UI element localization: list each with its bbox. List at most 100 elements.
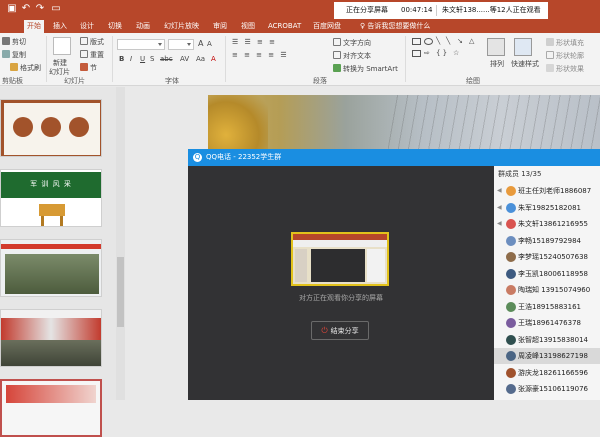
line-shape-icon-2[interactable]: ╲ <box>446 37 450 45</box>
arrow-shape-icon[interactable]: ↘ <box>457 37 463 45</box>
member-row[interactable]: 游庆龙18261166596 <box>494 365 600 381</box>
triangle-shape-icon[interactable]: △ <box>469 37 474 45</box>
member-list-panel: 群成员 13/35 ◀ 班主任刘老师1886087 ◀ 朱军19825182081 ◀ 朱… <box>494 166 600 400</box>
bullets-icon[interactable]: ☰ ☰ ≡ ≡ <box>232 38 277 46</box>
tab-design[interactable]: 设计 <box>80 20 94 33</box>
file-tab[interactable] <box>2 20 12 33</box>
member-row[interactable]: 王瑞18961476378 <box>494 315 600 331</box>
member-row[interactable]: ◀ 朱军19825182081 <box>494 200 600 216</box>
paintbrush-icon <box>10 63 18 71</box>
star-shape-icon[interactable]: ☆ <box>453 49 459 57</box>
tab-home[interactable]: 开始 <box>24 20 44 33</box>
share-viewers-text[interactable]: 朱文轩138......等12人正在观看 <box>442 2 541 19</box>
arrow-right-shape-icon[interactable]: ⇨ <box>424 49 430 57</box>
divider <box>46 36 47 82</box>
line-shape-icon[interactable]: ╲ <box>436 37 440 45</box>
tab-baidu-netdisk[interactable]: 百度网盘 <box>313 20 341 33</box>
member-row[interactable]: 张源豪15106119076 <box>494 381 600 397</box>
member-row[interactable]: 李玉凯18006118958 <box>494 266 600 282</box>
shape-outline-button[interactable]: 形状轮廓 <box>546 51 584 61</box>
tab-insert[interactable]: 插入 <box>53 20 67 33</box>
format-painter-button[interactable]: 格式刷 <box>10 63 41 73</box>
strikethrough-icon[interactable]: abc <box>160 55 173 63</box>
quick-styles-icon[interactable] <box>514 38 532 56</box>
section-button[interactable]: 节 <box>80 63 97 73</box>
ribbon-tabs: 开始 插入 设计 切换 动画 幻灯片放映 审阅 视图 ACROBAT 百度网盘 … <box>0 20 600 33</box>
reset-icon <box>80 50 88 58</box>
member-row[interactable]: 张智超13915838014 <box>494 332 600 348</box>
convert-smartart-button[interactable]: 转换为 SmartArt <box>333 64 398 74</box>
new-slide-icon[interactable] <box>53 37 71 55</box>
align-icons[interactable]: ≡ ≡ ≡ ≡ ☰ <box>232 51 289 59</box>
tell-me-search[interactable]: ♀ 告诉我您想要做什么 <box>360 20 430 33</box>
layout-button[interactable]: 版式 <box>80 37 104 47</box>
slide-thumbnail-4[interactable] <box>0 309 102 367</box>
member-row[interactable]: 周凌峰13198627198 <box>494 348 600 364</box>
member-name: 王浩18915883161 <box>518 302 581 311</box>
end-share-button[interactable]: ⏻ 结束分享 <box>311 321 369 340</box>
grow-font-icon[interactable]: A <box>198 39 203 48</box>
textbox-shape-icon[interactable] <box>412 50 421 57</box>
quick-styles-button[interactable]: 快速样式 <box>511 59 539 69</box>
smartart-label: 转换为 SmartArt <box>343 65 398 73</box>
group-photo <box>5 254 99 294</box>
avatar <box>506 235 516 246</box>
tab-review[interactable]: 审阅 <box>213 20 227 33</box>
shrink-font-icon[interactable]: A <box>207 40 212 48</box>
redo-icon[interactable]: ↷ <box>34 3 46 15</box>
underline-icon[interactable]: U <box>140 55 145 63</box>
font-size-combo[interactable] <box>168 39 194 50</box>
tab-transitions[interactable]: 切换 <box>108 20 122 33</box>
member-row[interactable]: 李梦瑶15240507638 <box>494 249 600 265</box>
shadow-icon[interactable]: S <box>150 55 154 63</box>
scrollbar-thumb[interactable] <box>117 257 124 327</box>
power-icon: ⏻ <box>321 326 328 335</box>
start-from-beginning-icon[interactable]: ▭ <box>50 3 62 15</box>
member-row[interactable]: ◀ 朱文轩13861216955 <box>494 216 600 232</box>
tab-animations[interactable]: 动画 <box>136 20 150 33</box>
font-color-icon[interactable]: A <box>211 55 216 63</box>
tab-acrobat[interactable]: ACROBAT <box>268 20 301 33</box>
drawing-group-label: 绘图 <box>466 77 480 85</box>
slide-thumbnail-1[interactable] <box>0 99 102 157</box>
font-name-combo[interactable] <box>117 39 165 50</box>
undo-icon[interactable]: ↶ <box>20 3 32 15</box>
brace-shape-icon[interactable]: { } <box>436 49 447 57</box>
scissors-icon <box>2 37 10 45</box>
slide-thumbnail-5[interactable] <box>0 379 102 437</box>
change-case-icon[interactable]: Aa <box>196 55 205 63</box>
member-name: 张源豪15106119076 <box>518 385 588 393</box>
member-name: 朱军19825182081 <box>518 203 581 212</box>
slide-thumbnail-3[interactable] <box>0 239 102 297</box>
qq-window-title-bar[interactable]: Q QQ电话 - 22352学生群 <box>188 149 600 166</box>
tab-slideshow[interactable]: 幻灯片放映 <box>164 20 199 33</box>
shape-fill-button[interactable]: 形状填充 <box>546 38 584 48</box>
thumbnail-scrollbar[interactable] <box>116 87 125 400</box>
cut-button[interactable]: 剪切 <box>2 37 26 47</box>
member-row[interactable]: ◀ 班主任刘老师1886087 <box>494 183 600 199</box>
reset-button[interactable]: 重置 <box>80 50 104 60</box>
shape-effects-button[interactable]: 形状效果 <box>546 64 584 74</box>
shared-screen-preview[interactable] <box>291 232 389 286</box>
qq-share-area: 对方正在观看你分享的屏幕 ⏻ 结束分享 <box>188 166 494 400</box>
cut-label: 剪切 <box>12 38 26 46</box>
avatar <box>506 219 516 229</box>
rectangle-shape-icon[interactable] <box>412 38 421 45</box>
copy-button[interactable]: 复制 <box>2 50 26 60</box>
bold-icon[interactable]: B <box>119 55 124 63</box>
member-row[interactable]: 王浩18915883161 <box>494 299 600 315</box>
align-text-button[interactable]: 对齐文本 <box>333 51 371 61</box>
member-row[interactable]: 李畅15189792984 <box>494 233 600 249</box>
char-spacing-icon[interactable]: AV <box>180 55 189 63</box>
oval-shape-icon[interactable] <box>424 38 433 45</box>
save-icon[interactable]: ▣ <box>6 3 18 15</box>
arrange-button[interactable]: 排列 <box>490 59 504 69</box>
member-row[interactable]: 陶瑞知 13915074960 <box>494 282 600 298</box>
italic-icon[interactable]: I <box>130 55 132 63</box>
font-group-label: 字体 <box>165 77 179 85</box>
photo-graphic <box>1 318 101 340</box>
text-direction-button[interactable]: 文字方向 <box>333 38 371 48</box>
slide-thumbnail-2[interactable]: 军 训 风 采 <box>0 169 102 227</box>
tab-view[interactable]: 视图 <box>241 20 255 33</box>
arrange-icon[interactable] <box>487 38 505 56</box>
